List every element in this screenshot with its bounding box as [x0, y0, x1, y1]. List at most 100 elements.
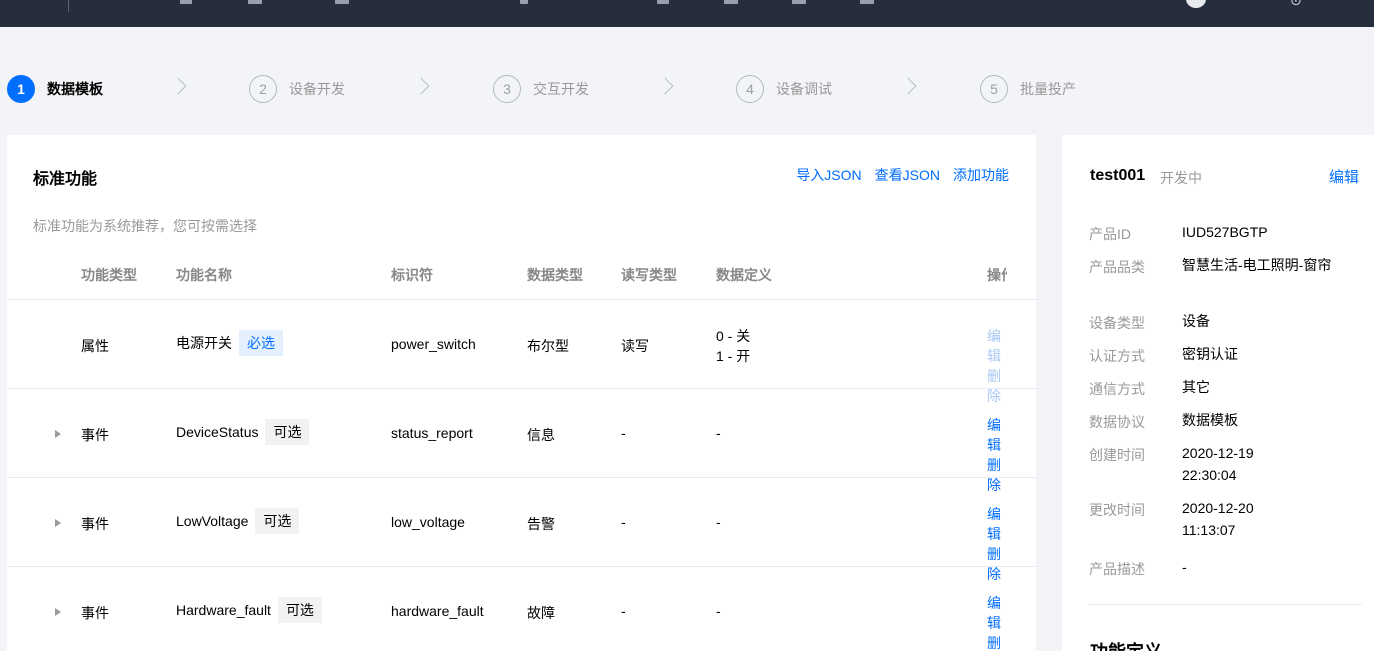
- divider: [1089, 604, 1362, 605]
- definition-line: 0 - 关: [716, 328, 751, 344]
- rw-type: -: [621, 514, 626, 530]
- topbar-icon[interactable]: [520, 0, 528, 4]
- rw-type: 读写: [621, 338, 649, 354]
- data-definition: -: [716, 514, 721, 530]
- step-data-template[interactable]: 1 数据模板: [7, 75, 103, 103]
- caret-right-icon[interactable]: [55, 519, 61, 527]
- step-mass-production[interactable]: 5 批量投产: [980, 75, 1076, 103]
- step-number: 2: [249, 75, 277, 103]
- identifier: power_switch: [391, 336, 476, 352]
- column-header: 数据类型: [527, 267, 583, 283]
- row-operations: 编辑 删除: [987, 593, 1007, 651]
- info-label: 产品ID: [1089, 226, 1131, 242]
- identifier: hardware_fault: [391, 603, 484, 619]
- info-label: 产品品类: [1089, 259, 1145, 275]
- chevron-right-icon: [656, 77, 674, 95]
- top-nav-bar: ⊙: [0, 0, 1374, 27]
- function-name: DeviceStatus: [176, 424, 259, 440]
- topbar-icon[interactable]: [248, 0, 262, 4]
- definition-line: 1 - 开: [716, 348, 751, 364]
- product-name: test001: [1090, 167, 1146, 184]
- topbar-icon[interactable]: [792, 0, 806, 4]
- step-label: 数据模板: [47, 81, 103, 97]
- info-value: 2020-12-19 22:30:04: [1182, 445, 1254, 483]
- data-definition: 0 - 关 1 - 开: [716, 326, 750, 366]
- import-json-link[interactable]: 导入JSON: [796, 165, 861, 185]
- column-header: 数据定义: [716, 267, 772, 283]
- data-definition: -: [716, 603, 721, 619]
- rw-type: -: [621, 603, 626, 619]
- topbar-icon[interactable]: [180, 0, 192, 4]
- info-value: 其它: [1182, 379, 1210, 395]
- step-device-debug[interactable]: 4 设备调试: [736, 75, 832, 103]
- info-value: 设备: [1182, 313, 1210, 329]
- edit-product-link[interactable]: 编辑: [1329, 166, 1359, 187]
- info-label: 通信方式: [1089, 381, 1145, 397]
- step-number: 3: [493, 75, 521, 103]
- step-label: 交互开发: [533, 81, 589, 97]
- status-badge: 开发中: [1160, 170, 1202, 186]
- function-type: 事件: [81, 605, 109, 621]
- table-row: 事件 Hardware_fault 可选 hardware_fault 故障 -…: [7, 567, 1036, 651]
- card-title: 标准功能: [33, 171, 98, 188]
- edit-link[interactable]: 编辑: [987, 415, 1007, 455]
- section-title: 功能定义: [1090, 638, 1162, 651]
- info-value: IUD527BGTP: [1182, 224, 1268, 240]
- step-label: 设备开发: [289, 81, 345, 97]
- view-json-link[interactable]: 查看JSON: [875, 165, 940, 185]
- edit-link[interactable]: 编辑: [987, 593, 1007, 633]
- avatar[interactable]: [1186, 0, 1206, 8]
- data-type: 告警: [527, 516, 555, 532]
- topbar-icon[interactable]: [335, 0, 349, 4]
- topbar-menu-icon[interactable]: ⊙: [1290, 0, 1302, 9]
- edit-link[interactable]: 编辑: [987, 504, 1007, 544]
- edit-link[interactable]: 编辑: [987, 326, 1007, 366]
- topbar-icon[interactable]: [657, 0, 669, 4]
- step-progress-bar: 1 数据模板 2 设备开发 3 交互开发 4 设备调试 5 批量投产: [0, 45, 1374, 133]
- data-type: 信息: [527, 427, 555, 443]
- identifier: low_voltage: [391, 514, 465, 530]
- table-row: 事件 DeviceStatus 可选 status_report 信息 - - …: [7, 389, 1036, 493]
- data-type: 故障: [527, 605, 555, 621]
- chevron-right-icon: [412, 77, 430, 95]
- delete-link[interactable]: 删除: [987, 633, 1007, 651]
- function-name: LowVoltage: [176, 513, 249, 529]
- function-name-cell: 电源开关 必选: [176, 330, 283, 356]
- step-number: 4: [736, 75, 764, 103]
- function-name: 电源开关: [176, 335, 232, 351]
- function-name-cell: DeviceStatus 可选: [176, 419, 310, 445]
- step-device-dev[interactable]: 2 设备开发: [249, 75, 345, 103]
- info-label: 产品描述: [1089, 561, 1145, 577]
- info-value: 数据模板: [1182, 412, 1238, 428]
- rw-type: -: [621, 425, 626, 441]
- column-header: 标识符: [391, 267, 433, 283]
- function-name-cell: Hardware_fault 可选: [176, 597, 322, 623]
- info-value: -: [1182, 559, 1187, 575]
- function-name: Hardware_fault: [176, 602, 271, 618]
- function-type: 事件: [81, 516, 109, 532]
- card-actions: 导入JSON 查看JSON 添加功能: [796, 165, 1009, 185]
- column-header: 操作: [987, 267, 1007, 283]
- chevron-right-icon: [169, 77, 187, 95]
- chevron-right-icon: [899, 77, 917, 95]
- step-number: 1: [7, 75, 35, 103]
- topbar-divider: [68, 0, 69, 12]
- step-interaction-dev[interactable]: 3 交互开发: [493, 75, 589, 103]
- caret-right-icon[interactable]: [55, 608, 61, 616]
- caret-right-icon[interactable]: [55, 430, 61, 438]
- info-label: 认证方式: [1089, 348, 1145, 364]
- step-label: 批量投产: [1020, 81, 1076, 97]
- optional-tag: 可选: [265, 419, 310, 445]
- topbar-icon[interactable]: [860, 0, 874, 4]
- optional-tag: 可选: [255, 508, 300, 534]
- info-label: 创建时间: [1089, 447, 1145, 463]
- info-label: 更改时间: [1089, 502, 1145, 518]
- topbar-icon[interactable]: [724, 0, 738, 4]
- function-type: 事件: [81, 427, 109, 443]
- info-value: 智慧生活-电工照明-窗帘: [1182, 257, 1332, 273]
- step-label: 设备调试: [776, 81, 832, 97]
- add-function-link[interactable]: 添加功能: [953, 165, 1009, 185]
- data-definition: -: [716, 425, 721, 441]
- info-value: 密钥认证: [1182, 346, 1238, 362]
- identifier: status_report: [391, 425, 473, 441]
